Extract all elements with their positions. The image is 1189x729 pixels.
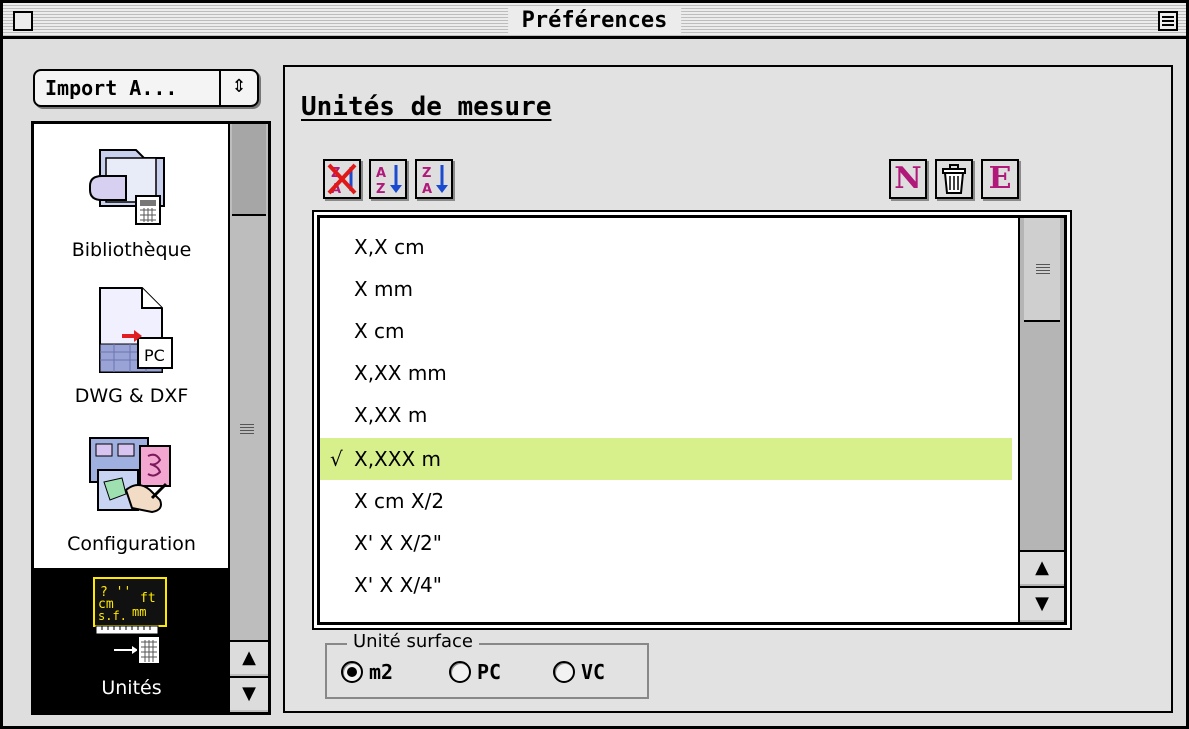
sidebar-item-unites[interactable]: ? '' cm ft s.f. mm Unités	[34, 568, 229, 712]
up-down-arrows-icon: ⇕	[219, 71, 257, 105]
list-item[interactable]: X cm X/2	[320, 480, 1012, 522]
edit-unit-button[interactable]: E	[981, 159, 1019, 199]
collapse-box-icon[interactable]	[1158, 11, 1178, 31]
surface-unit-group: Unité surface m2 PC VC	[325, 631, 649, 699]
scroll-up-arrow-icon[interactable]: ▲	[230, 640, 268, 674]
delete-unit-button[interactable]	[935, 159, 973, 199]
radio-label: m2	[369, 660, 394, 684]
scroll-down-arrow-icon[interactable]: ▼	[230, 676, 268, 710]
list-item-selected[interactable]: √ X,XXX m	[320, 438, 1012, 480]
popup-label: Import A...	[45, 76, 178, 100]
svg-text:A: A	[376, 166, 386, 181]
list-item[interactable]: X cm	[320, 310, 1012, 352]
svg-text:mm: mm	[132, 605, 146, 619]
category-popup-menu[interactable]: Import A... ⇕	[33, 69, 259, 107]
sidebar-scrollbar[interactable]: ▲ ▼	[228, 124, 268, 712]
radio-unselected-icon	[553, 661, 575, 683]
svg-text:s.f.: s.f.	[98, 609, 127, 623]
panel-title: Unités de mesure	[301, 92, 552, 122]
units-icon: ? '' cm ft s.f. mm	[93, 577, 167, 665]
list-item[interactable]: X,XX mm	[320, 352, 1012, 394]
sidebar-scroll-thumb[interactable]	[232, 124, 266, 216]
list-item[interactable]: X,XX m	[320, 394, 1012, 436]
radio-vc[interactable]: VC	[553, 659, 605, 685]
preferences-window: Préférences Import A... ⇕ Bibliothèque P…	[0, 0, 1189, 729]
sidebar-item-label: Unités	[101, 677, 162, 699]
units-panel: Unités de mesure Z A A Z Z A	[283, 65, 1173, 713]
close-box-icon[interactable]	[13, 11, 33, 31]
radio-label: PC	[477, 660, 502, 684]
units-list-scroll-thumb[interactable]	[1024, 218, 1060, 322]
sidebar-item-configuration[interactable]: Configuration	[34, 420, 229, 568]
sort-za-icon: Z A	[422, 165, 448, 197]
group-title: Unité surface	[347, 631, 479, 653]
sort-az-icon: A Z	[376, 165, 402, 197]
new-unit-button[interactable]: N	[889, 159, 927, 199]
radio-unselected-icon	[449, 661, 471, 683]
sort-descending-button[interactable]: Z A	[415, 159, 453, 199]
radio-m2[interactable]: m2	[341, 659, 393, 685]
library-folder-icon	[89, 149, 165, 225]
title-bar[interactable]: Préférences	[3, 3, 1186, 39]
sort-ascending-button[interactable]: A Z	[369, 159, 407, 199]
units-list[interactable]: X,X cm X mm X cm X,XX mm X,XX m √ X,XXX m…	[317, 215, 1067, 625]
scroll-down-arrow-icon[interactable]: ▼	[1020, 586, 1064, 620]
radio-label: VC	[581, 660, 606, 684]
radio-selected-icon	[341, 661, 363, 683]
units-list-scrollbar[interactable]: ▲ ▼	[1018, 218, 1064, 622]
svg-text:PC: PC	[144, 346, 165, 365]
list-item[interactable]: X,X cm	[320, 226, 1012, 268]
svg-text:Z: Z	[376, 182, 385, 197]
radio-pc[interactable]: PC	[449, 659, 501, 685]
delete-sort-icon: Z A	[327, 163, 357, 197]
sidebar-item-dwg-dxf[interactable]: PC DWG & DXF	[34, 272, 229, 420]
list-item-label: X,XXX m	[354, 447, 442, 471]
scroll-grip-icon	[1036, 264, 1050, 274]
scroll-up-arrow-icon[interactable]: ▲	[1020, 550, 1064, 584]
sidebar-item-label: DWG & DXF	[74, 385, 189, 407]
delete-sort-button[interactable]: Z A	[323, 159, 361, 199]
sidebar-item-label: Configuration	[67, 533, 196, 555]
sidebar-item-bibliotheque[interactable]: Bibliothèque	[34, 124, 229, 272]
checkmark-icon: √	[330, 447, 343, 471]
svg-text:ft: ft	[140, 591, 156, 606]
list-item[interactable]: X' X X/4"	[320, 564, 1012, 606]
list-item[interactable]: X mm	[320, 268, 1012, 310]
svg-text:Z: Z	[422, 166, 431, 181]
list-item[interactable]: X' X X/2"	[320, 522, 1012, 564]
scroll-grip-icon	[240, 424, 254, 434]
svg-text:A: A	[422, 182, 432, 197]
trash-icon	[942, 164, 966, 194]
configuration-icon	[89, 437, 171, 514]
preferences-category-list[interactable]: Bibliothèque PC DWG & DXF Configuration …	[31, 121, 271, 715]
sidebar-item-label: Bibliothèque	[71, 239, 192, 261]
window-title: Préférences	[507, 7, 682, 35]
dwg-dxf-document-icon: PC	[99, 287, 173, 373]
